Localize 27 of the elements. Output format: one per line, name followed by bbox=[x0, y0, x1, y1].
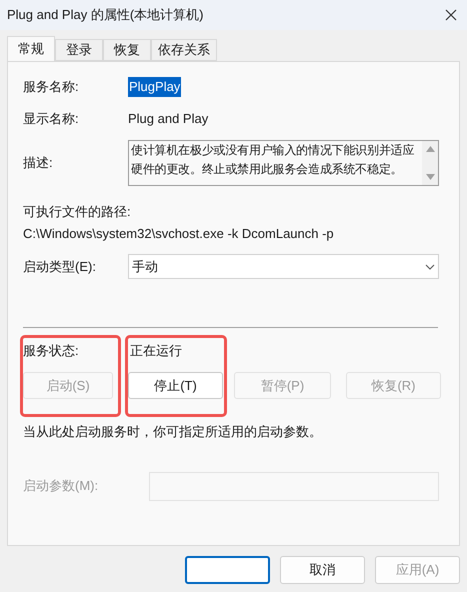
field-label: 描述: bbox=[23, 154, 54, 172]
field-label: 可执行文件的路径: bbox=[23, 203, 132, 221]
scroll-down-icon[interactable] bbox=[426, 174, 434, 180]
ok-button[interactable] bbox=[185, 556, 270, 584]
field-label: 服务名称: bbox=[23, 78, 80, 96]
executable-path: C:\Windows\system32\svchost.exe -k DcomLaunch -p bbox=[23, 225, 335, 243]
display-name-value: Plug and Play bbox=[128, 110, 208, 128]
scroll-up-icon[interactable] bbox=[426, 146, 434, 152]
field-label: 启动参数(M): bbox=[23, 477, 100, 496]
dialog-button[interactable]: 停止(T) bbox=[128, 372, 223, 399]
scrollbar[interactable] bbox=[422, 141, 438, 185]
field-label: 服务状态: bbox=[23, 342, 80, 360]
tab[interactable]: 常规 bbox=[7, 36, 55, 61]
tab[interactable]: 登录 bbox=[55, 39, 103, 61]
tab[interactable]: 恢复 bbox=[103, 39, 151, 61]
description-text: 使计算机在极少或没有用户输入的情况下能识别并适应硬件的更改。终止或禁用此服务会造成系统不稳定。 bbox=[130, 142, 416, 178]
close-icon[interactable] bbox=[445, 9, 457, 21]
field-label: 启动类型(E): bbox=[23, 258, 97, 276]
field-label: 显示名称: bbox=[23, 110, 80, 128]
chevron-down-icon bbox=[425, 264, 435, 270]
tab[interactable]: 依存关系 bbox=[151, 39, 217, 61]
hint-text: 当从此处启动服务时，你可指定所适用的启动参数。 bbox=[23, 423, 323, 441]
startup-type-dropdown[interactable]: 手动 bbox=[128, 254, 439, 279]
service-status-value: 正在运行 bbox=[129, 342, 183, 360]
service-name-value: PlugPlay bbox=[128, 77, 182, 97]
dialog-button[interactable]: 取消 bbox=[280, 556, 365, 584]
window-title: Plug and Play 的属性(本地计算机) bbox=[7, 6, 204, 24]
